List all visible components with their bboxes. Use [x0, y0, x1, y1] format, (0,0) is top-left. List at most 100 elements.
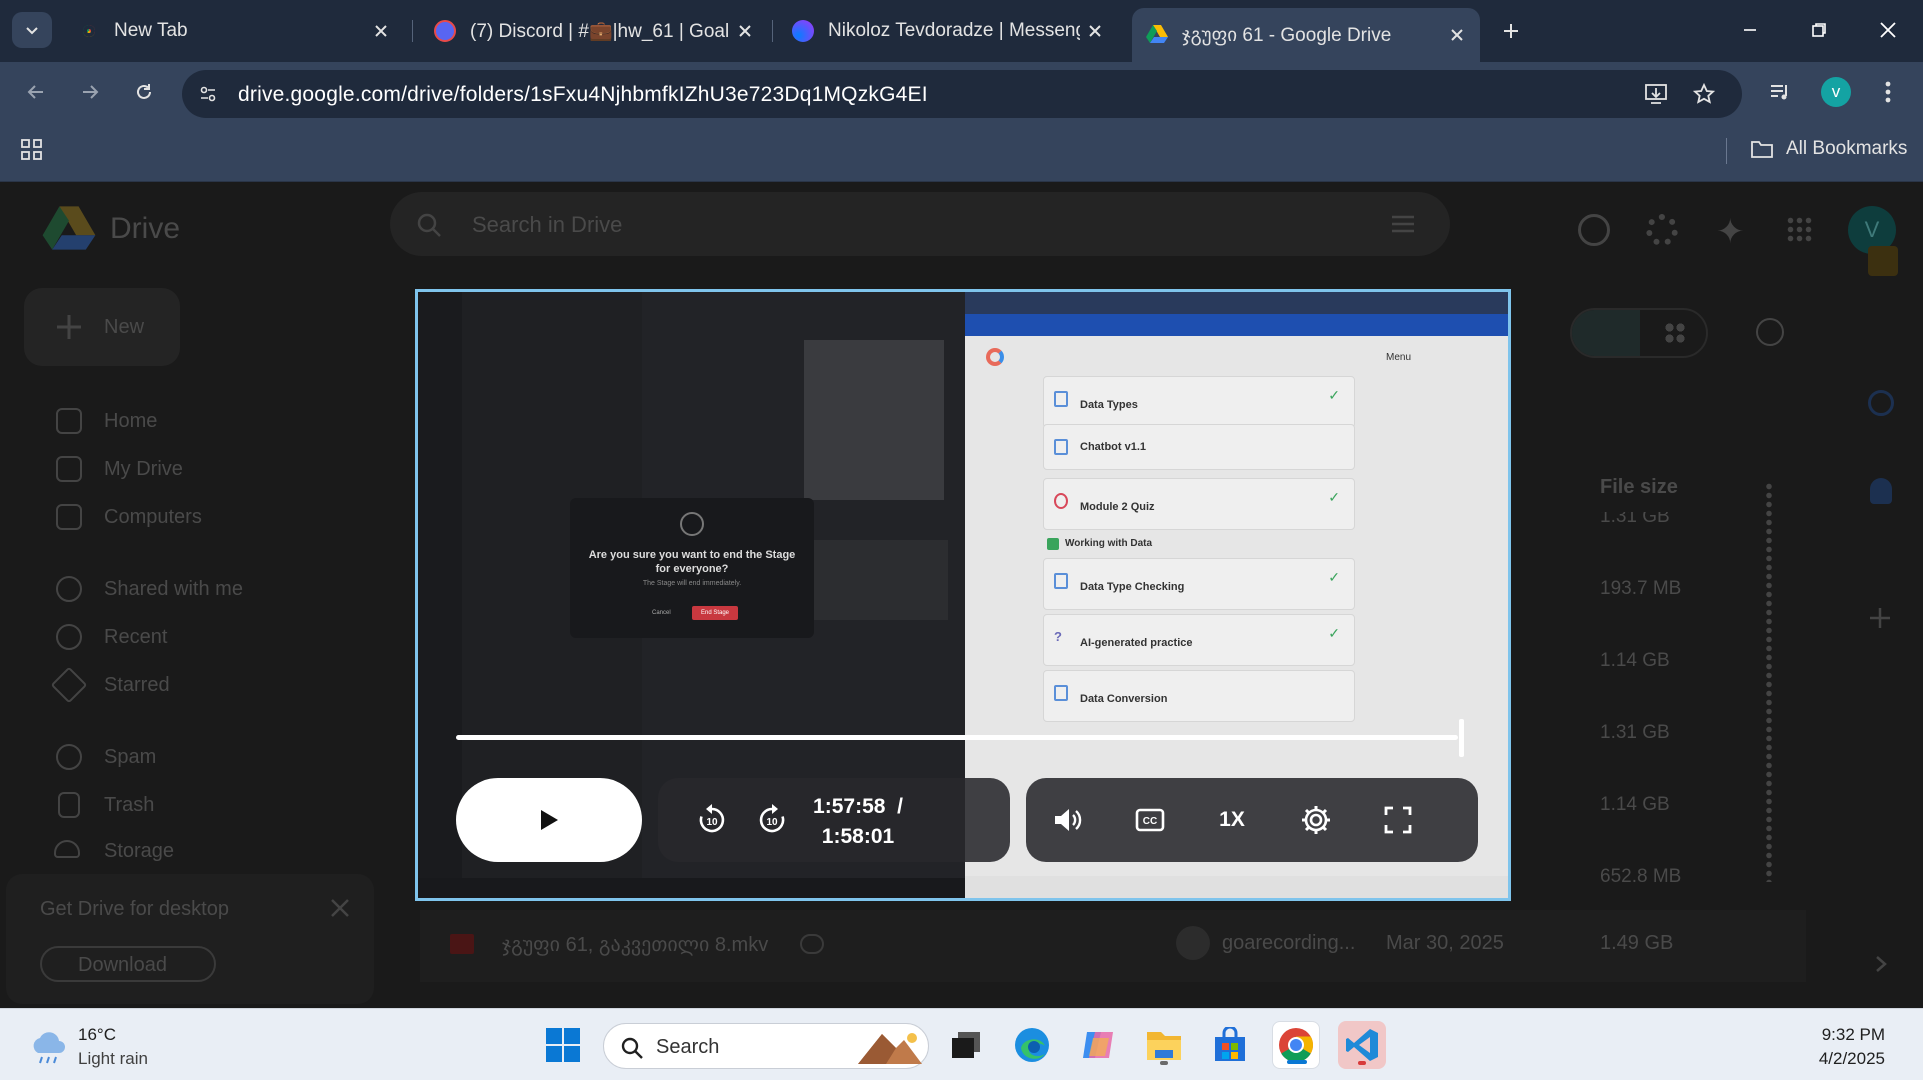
seek-handle[interactable]	[1459, 719, 1464, 757]
install-app-icon[interactable]	[1640, 78, 1672, 110]
tab-title: Nikoloz Tevdoradze | Messenger	[828, 20, 1080, 41]
start-button[interactable]	[539, 1021, 587, 1069]
forward-10-button[interactable]: 10	[748, 796, 796, 844]
profile-button[interactable]: v	[1818, 74, 1854, 110]
view-toggle[interactable]	[1570, 308, 1708, 358]
close-tab-icon[interactable]	[730, 16, 760, 46]
search-icon	[417, 213, 441, 237]
file-size: 1.31 GB	[1600, 722, 1670, 743]
arrow-right-icon	[83, 85, 99, 99]
tasks-side-icon[interactable]	[1868, 390, 1894, 416]
microsoft-store-button[interactable]	[1206, 1021, 1254, 1069]
new-button[interactable]: New	[24, 288, 180, 366]
clock-date: 4/2/2025	[1818, 1049, 1885, 1068]
chrome-taskbar-button[interactable]	[1272, 1021, 1320, 1069]
forward-button[interactable]	[72, 74, 108, 110]
captions-button[interactable]: CC	[1126, 796, 1174, 844]
media-control-button[interactable]	[1762, 74, 1798, 110]
list-view-button[interactable]	[1572, 310, 1640, 356]
frame-dialog: Are you sure you want to end the Stage f…	[570, 498, 814, 638]
current-time: 1:57:58	[813, 795, 886, 818]
close-icon[interactable]	[330, 898, 350, 918]
my-drive-icon	[56, 456, 82, 482]
play-button[interactable]	[456, 778, 642, 862]
file-row-last[interactable]: ჯგუფი 61, გაკვეთილი 8.mkv goarecording..…	[420, 910, 1806, 982]
system-clock[interactable]: 9:32 PM 4/2/2025	[1819, 1023, 1885, 1071]
download-button[interactable]: Download	[40, 946, 216, 982]
address-bar[interactable]: drive.google.com/drive/folders/1sFxu4Njh…	[182, 70, 1742, 118]
copilot-button[interactable]	[1074, 1021, 1122, 1069]
browser-tab-bar: New Tab (7) Discord | #💼|hw_61 | Goal Ni…	[0, 0, 1923, 62]
add-addon-icon[interactable]	[1868, 606, 1892, 630]
close-tab-icon[interactable]	[366, 16, 396, 46]
bookmark-star-icon[interactable]	[1688, 78, 1720, 110]
google-apps-icon[interactable]	[1786, 216, 1812, 242]
close-window-button[interactable]	[1860, 10, 1916, 50]
video-player[interactable]: Are you sure you want to end the Stage f…	[415, 289, 1511, 901]
folder-icon	[1751, 141, 1773, 158]
taskbar-search[interactable]: Search	[603, 1023, 929, 1069]
messenger-icon	[792, 20, 814, 42]
svg-text:CC: CC	[1143, 816, 1157, 827]
tab-search-button[interactable]	[12, 12, 52, 48]
seek-bar[interactable]	[456, 735, 1458, 740]
all-bookmarks-button[interactable]: All Bookmarks	[1750, 138, 1907, 160]
restore-button[interactable]	[1791, 10, 1847, 50]
active-indicator	[1287, 1060, 1307, 1064]
dialog-title: Are you sure you want to end the Stage f…	[588, 549, 796, 575]
filter-options-icon[interactable]	[1390, 212, 1416, 236]
settings-icon[interactable]	[1646, 214, 1678, 246]
seek-controls: 10 10 1:57:58 / 1:58:01	[658, 778, 1010, 862]
gemini-icon[interactable]: ✦	[1716, 212, 1745, 252]
site-info-icon[interactable]	[192, 78, 224, 110]
calendar-side-icon[interactable]	[1868, 246, 1898, 276]
chrome-icon	[78, 20, 100, 42]
reload-button[interactable]	[126, 74, 162, 110]
tab-messenger[interactable]: Nikoloz Tevdoradze | Messenger	[778, 8, 1118, 54]
minimize-button[interactable]	[1722, 10, 1778, 50]
forward-10-icon: 10	[759, 804, 785, 833]
settings-button[interactable]	[1292, 796, 1340, 844]
nav-label: Home	[104, 410, 158, 432]
task-view-button[interactable]	[942, 1021, 990, 1069]
contacts-side-icon[interactable]	[1870, 478, 1892, 504]
fullscreen-button[interactable]	[1374, 796, 1422, 844]
volume-button[interactable]	[1044, 796, 1092, 844]
frame-menu-label: Menu	[1386, 352, 1412, 363]
drive-search-bar[interactable]: Search in Drive	[390, 192, 1450, 256]
vscode-button[interactable]	[1338, 1021, 1386, 1069]
bookmarks-bar: All Bookmarks	[0, 122, 1923, 182]
row-menu-icons[interactable]	[1766, 482, 1772, 882]
browser-menu-button[interactable]	[1870, 74, 1906, 110]
google-drive-icon	[1146, 24, 1168, 46]
chevron-right-icon[interactable]	[1874, 954, 1888, 974]
column-header-file-size[interactable]: File size	[1600, 476, 1678, 499]
new-tab-button[interactable]	[1493, 14, 1529, 48]
restore-icon	[1812, 23, 1826, 37]
discord-icon	[434, 20, 456, 42]
tab-discord[interactable]: (7) Discord | #💼|hw_61 | Goal	[420, 8, 768, 54]
apps-grid-icon[interactable]	[20, 138, 44, 167]
back-button[interactable]	[18, 74, 54, 110]
close-tab-icon[interactable]	[1080, 16, 1110, 46]
chevron-down-icon	[26, 27, 38, 35]
frame-lesson: Data Conversion	[1043, 670, 1355, 722]
grid-view-icon[interactable]	[1664, 322, 1686, 344]
url-text: drive.google.com/drive/folders/1sFxu4Njh…	[238, 83, 928, 106]
frame-taskbar	[418, 878, 965, 898]
tab-google-drive[interactable]: ჯგუფი 61 - Google Drive	[1132, 8, 1480, 62]
drive-logo-icon[interactable]	[42, 204, 96, 257]
help-icon[interactable]	[1578, 214, 1610, 246]
dialog-cancel: Cancel	[652, 610, 671, 616]
close-tab-icon[interactable]	[1442, 20, 1472, 50]
playback-speed-button[interactable]: 1X	[1208, 796, 1256, 844]
file-size: 193.7 MB	[1600, 578, 1682, 599]
edge-button[interactable]	[1008, 1021, 1056, 1069]
rewind-10-button[interactable]: 10	[688, 796, 736, 844]
info-icon[interactable]	[1756, 318, 1784, 346]
file-explorer-button[interactable]	[1140, 1021, 1188, 1069]
close-icon	[1880, 22, 1896, 38]
nav-label: Recent	[104, 626, 168, 648]
nav-label: Computers	[104, 506, 202, 528]
tab-new-tab[interactable]: New Tab	[64, 8, 404, 54]
